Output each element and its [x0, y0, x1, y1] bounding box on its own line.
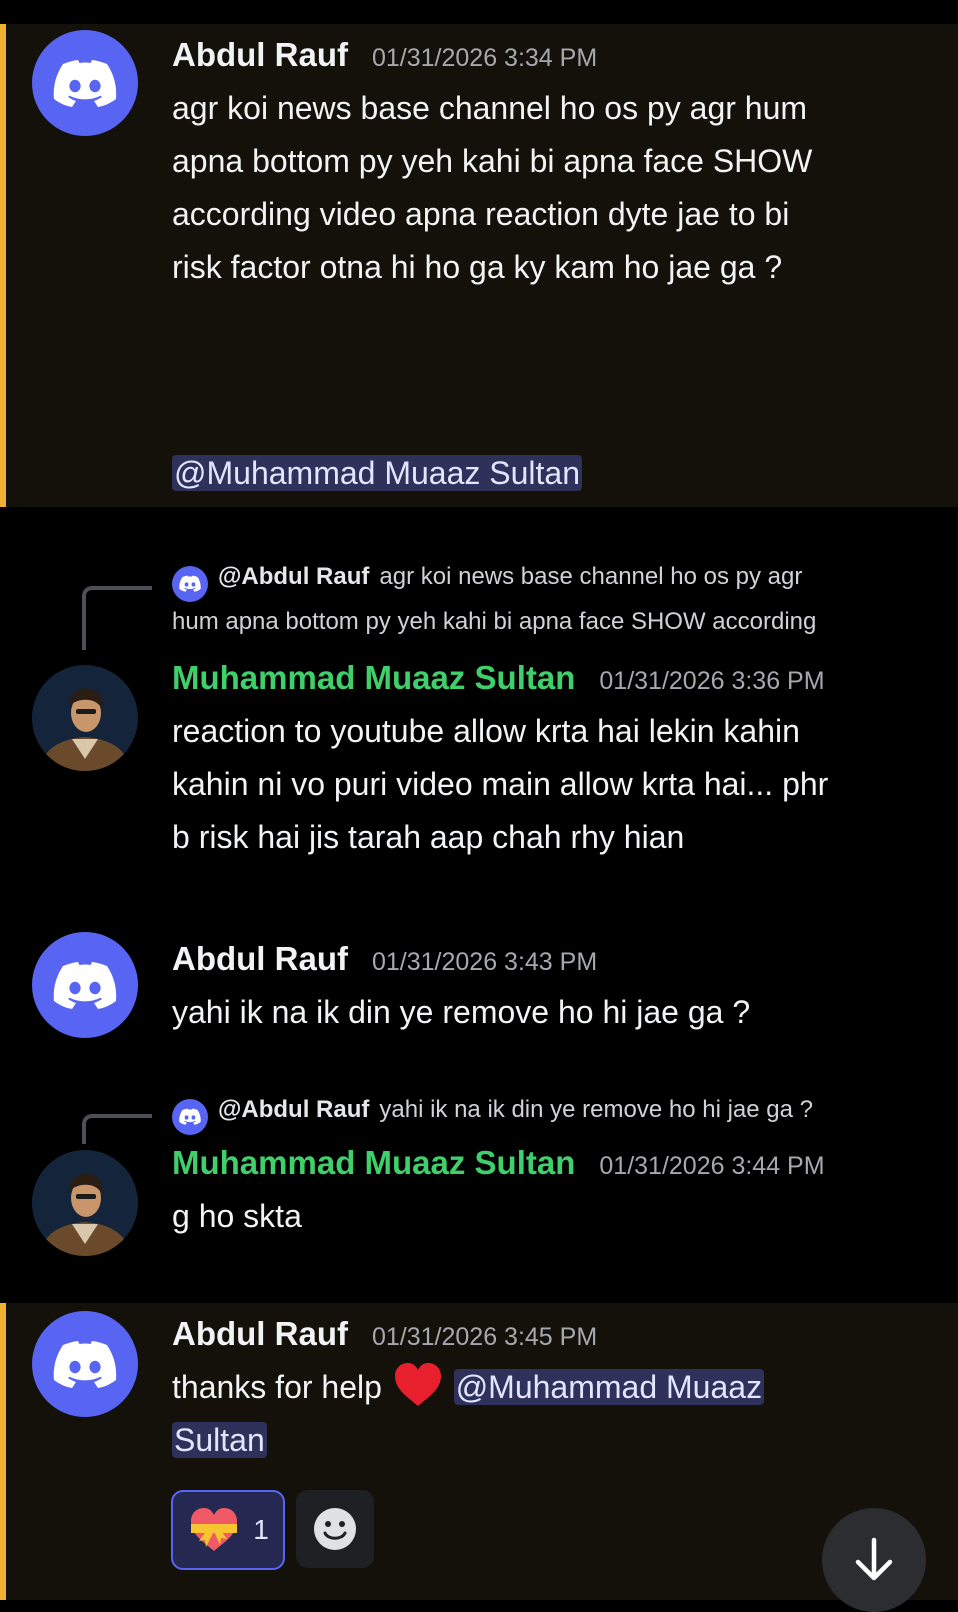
scroll-to-bottom-button[interactable]: [822, 1508, 926, 1612]
reply-connector: [82, 1114, 152, 1144]
reply-author: @Abdul Rauf: [218, 563, 370, 590]
add-reaction-button[interactable]: [296, 1490, 374, 1568]
message-5[interactable]: Abdul Rauf 01/31/2026 3:45 PM thanks for…: [0, 1303, 958, 1600]
reply-avatar: [172, 565, 208, 602]
text-line: according video apna reaction dyte jae t…: [172, 196, 790, 232]
message-content: yahi ik na ik din ye remove ho hi jae ga…: [172, 986, 750, 1039]
text-line: g ho skta: [172, 1198, 302, 1234]
message-3[interactable]: Abdul Rauf 01/31/2026 3:43 PM yahi ik na…: [0, 928, 958, 1048]
user-mention[interactable]: @Muhammad Muaaz: [453, 1369, 765, 1405]
timestamp: 01/31/2026 3:44 PM: [599, 1152, 825, 1180]
reply-preview[interactable]: @Abdul Rauf yahi ik na ik din ye remove h…: [172, 1090, 813, 1135]
reply-avatar: [172, 1098, 208, 1135]
user-mention[interactable]: @Muhammad Muaaz Sultan: [172, 455, 582, 491]
author-name[interactable]: Abdul Rauf: [172, 1315, 348, 1353]
author-name[interactable]: Muhammad Muaaz Sultan: [172, 1144, 575, 1182]
discord-logo-icon: [53, 60, 117, 107]
reply-text: yahi ik na ik din ye remove ho hi jae ga…: [379, 1096, 813, 1123]
text-line: thanks for help: [172, 1369, 382, 1405]
text-line: apna bottom py yeh kahi bi apna face SHO…: [172, 143, 813, 179]
avatar[interactable]: [32, 30, 138, 136]
timestamp: 01/31/2026 3:43 PM: [371, 948, 598, 976]
text-line: reaction to youtube allow krta hai lekin…: [172, 713, 800, 749]
text-line: agr koi news base channel ho os py agr h…: [172, 90, 808, 126]
text-line: yahi ik na ik din ye remove ho hi jae ga…: [172, 994, 751, 1030]
avatar[interactable]: [32, 665, 138, 771]
status-bar: [0, 0, 958, 24]
text-line: kahin ni vo puri video main allow krta h…: [172, 766, 829, 802]
timestamp: 01/31/2026 3:36 PM: [599, 667, 825, 695]
reaction-pill[interactable]: 1: [171, 1490, 285, 1570]
discord-logo-icon: [53, 1341, 117, 1388]
user-mention[interactable]: Sultan: [172, 1422, 267, 1458]
discord-logo-icon: [179, 1108, 201, 1125]
reply-connector: [82, 586, 152, 650]
discord-logo-icon: [179, 575, 201, 592]
message-content: g ho skta: [172, 1190, 302, 1243]
red-heart-icon: [394, 1363, 441, 1406]
avatar[interactable]: [32, 932, 138, 1038]
avatar[interactable]: [32, 1311, 138, 1417]
arrow-down-icon: [855, 1537, 893, 1581]
mention-line: @Muhammad Muaaz Sultan: [172, 447, 582, 500]
author-name[interactable]: Abdul Rauf: [172, 36, 348, 74]
author-name[interactable]: Muhammad Muaaz Sultan: [172, 659, 575, 697]
discord-logo-icon: [53, 962, 117, 1009]
message-1[interactable]: Abdul Rauf 01/31/2026 3:34 PM agr koi ne…: [0, 24, 958, 507]
smile-icon: [314, 1508, 356, 1550]
text-line: b risk hai jis tarah aap chah rhy hian: [172, 819, 685, 855]
user-photo-icon: [32, 1150, 138, 1256]
message-2[interactable]: @Abdul Rauf agr koi news base channel ho …: [0, 555, 958, 880]
text-line: risk factor otna hi ho ga ky kam ho jae …: [172, 249, 783, 285]
avatar[interactable]: [32, 1150, 138, 1256]
reply-preview[interactable]: @Abdul Rauf agr koi news base channel ho …: [172, 557, 816, 641]
author-name[interactable]: Abdul Rauf: [172, 940, 348, 978]
user-photo-icon: [32, 665, 138, 771]
reply-text: agr koi news base channel ho os py agr: [379, 563, 803, 590]
reply-author: @Abdul Rauf: [218, 1096, 370, 1123]
reaction-count: 1: [253, 1514, 269, 1545]
message-content: thanks for help @Muhammad Muaaz Sultan: [172, 1361, 765, 1467]
timestamp: 01/31/2026 3:45 PM: [371, 1323, 598, 1351]
reply-text: hum apna bottom py yeh kahi bi apna face…: [172, 607, 817, 635]
message-4[interactable]: @Abdul Rauf yahi ik na ik din ye remove h…: [0, 1090, 958, 1265]
timestamp: 01/31/2026 3:34 PM: [371, 44, 598, 72]
message-content: agr koi news base channel ho os py agr h…: [172, 82, 812, 294]
message-content: reaction to youtube allow krta hai lekin…: [172, 705, 828, 864]
heart-with-ribbon-icon: [191, 1508, 238, 1551]
